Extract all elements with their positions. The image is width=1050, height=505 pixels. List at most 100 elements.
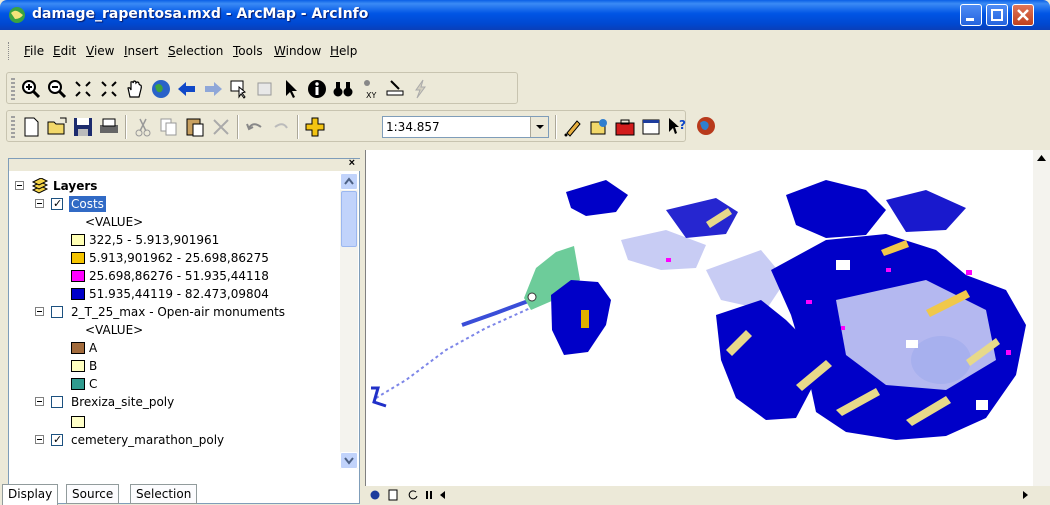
globe-icon (152, 80, 170, 98)
toolbar-separator (297, 115, 299, 139)
toolbox-icon (615, 119, 635, 136)
menu-window[interactable]: Window (274, 44, 321, 58)
map-scale-combobox[interactable] (382, 116, 549, 138)
full-extent-button[interactable] (149, 77, 173, 101)
arcmap-globe-icon (9, 7, 25, 23)
layout-view-icon[interactable] (387, 489, 399, 501)
collapse-icon[interactable] (35, 199, 44, 208)
chevron-up-icon[interactable] (1033, 150, 1050, 166)
zoom-in-icon (22, 80, 41, 99)
scroll-thumb[interactable] (341, 191, 357, 247)
whats-this-button[interactable]: ? (665, 115, 689, 139)
map-magenta-speck (966, 270, 972, 275)
toolbar-grip[interactable] (11, 78, 15, 100)
pause-icon[interactable] (423, 489, 435, 501)
pan-button[interactable] (123, 77, 147, 101)
refresh-icon[interactable] (407, 489, 419, 501)
fixed-zoom-out-button[interactable] (97, 77, 121, 101)
fixed-zoom-out-icon (101, 81, 117, 97)
cut-button[interactable] (131, 115, 155, 139)
layer-visibility-checkbox[interactable] (51, 306, 63, 318)
minimize-button[interactable] (960, 4, 982, 26)
data-view-icon[interactable] (369, 489, 381, 501)
map-cost-blob-b (566, 180, 628, 216)
menu-file[interactable]: File (24, 44, 44, 58)
collapse-icon[interactable] (15, 181, 24, 190)
map-light-zone-b (706, 250, 786, 310)
restore-button[interactable] (986, 4, 1008, 26)
toc-layer-name[interactable]: 2_T_25_max - Open-air monuments (71, 303, 285, 321)
redo-button[interactable] (269, 115, 293, 139)
globe-help-button[interactable] (694, 114, 718, 138)
close-button[interactable] (1012, 4, 1034, 26)
toc-layer-name[interactable]: Costs (69, 196, 106, 212)
map-scale-input[interactable] (383, 117, 523, 137)
map-bottom-bar (365, 486, 1050, 504)
tab-source[interactable]: Source (66, 484, 120, 504)
new-document-icon (24, 117, 39, 137)
scroll-left-icon[interactable] (437, 489, 449, 501)
measure-button[interactable] (383, 77, 407, 101)
editor-toolbar-button[interactable] (561, 115, 585, 139)
menu-view[interactable]: View (86, 44, 114, 58)
fixed-zoom-in-button[interactable] (71, 77, 95, 101)
chevron-up-icon (344, 177, 354, 185)
menu-edit[interactable]: Edit (53, 44, 76, 58)
toc-layer-name[interactable]: Brexiza_site_poly (71, 393, 174, 411)
toc-class-label: B (89, 359, 98, 373)
toc-layer-name[interactable]: cemetery_marathon_poly (71, 431, 224, 449)
add-data-button[interactable] (303, 115, 327, 139)
zoom-out-button[interactable] (45, 77, 69, 101)
zoom-in-button[interactable] (19, 77, 43, 101)
collapse-icon[interactable] (35, 435, 44, 444)
arctoolbox-button[interactable] (613, 115, 637, 139)
hand-icon (127, 80, 142, 98)
copy-button[interactable] (157, 115, 181, 139)
delete-button[interactable] (209, 115, 233, 139)
map-marker (527, 292, 537, 302)
toc-vertical-scrollbar[interactable] (340, 173, 358, 469)
arccatalog-button[interactable] (587, 115, 611, 139)
new-button[interactable] (19, 115, 43, 139)
toolbar-grip[interactable] (11, 116, 15, 138)
find-button[interactable] (331, 77, 355, 101)
collapse-icon[interactable] (35, 307, 44, 316)
save-button[interactable] (71, 115, 95, 139)
toc-class-label: 5.913,901962 - 25.698,86275 (89, 251, 269, 265)
menu-selection[interactable]: Selection (168, 44, 223, 58)
command-line-button[interactable] (639, 115, 663, 139)
scroll-up-button[interactable] (340, 173, 358, 190)
world-icon (697, 117, 715, 135)
toc-close-icon[interactable]: × (349, 157, 355, 169)
go-to-xy-button[interactable]: XY (357, 77, 381, 101)
xy-icon: XY (364, 80, 376, 100)
menu-insert[interactable]: Insert (124, 44, 158, 58)
tab-selection[interactable]: Selection (130, 484, 198, 504)
menu-help[interactable]: Help (330, 44, 357, 58)
menu-tools[interactable]: Tools (233, 44, 263, 58)
paste-button[interactable] (183, 115, 207, 139)
scroll-down-button[interactable] (340, 452, 358, 469)
tab-display[interactable]: Display (2, 484, 59, 505)
scroll-right-icon[interactable] (1019, 489, 1031, 501)
map-display[interactable] (365, 150, 1033, 486)
scissors-icon (135, 118, 151, 137)
undo-button[interactable] (243, 115, 267, 139)
map-vertical-scrollbar[interactable] (1033, 150, 1050, 490)
open-button[interactable] (45, 115, 69, 139)
clear-selection-button[interactable] (253, 77, 277, 101)
layer-visibility-checkbox[interactable] (51, 195, 63, 213)
select-features-button[interactable] (227, 77, 251, 101)
scale-dropdown-button[interactable] (530, 117, 548, 137)
print-button[interactable] (97, 115, 121, 139)
fixed-zoom-in-icon (75, 81, 91, 97)
go-forward-button[interactable] (201, 77, 225, 101)
map-nodata-gap (976, 400, 988, 410)
layer-visibility-checkbox[interactable] (51, 431, 63, 449)
go-back-button[interactable] (175, 77, 199, 101)
layer-visibility-checkbox[interactable] (51, 396, 63, 408)
collapse-icon[interactable] (35, 397, 44, 406)
identify-button[interactable] (305, 77, 329, 101)
select-elements-button[interactable] (279, 77, 303, 101)
hyperlink-button[interactable] (409, 77, 433, 101)
